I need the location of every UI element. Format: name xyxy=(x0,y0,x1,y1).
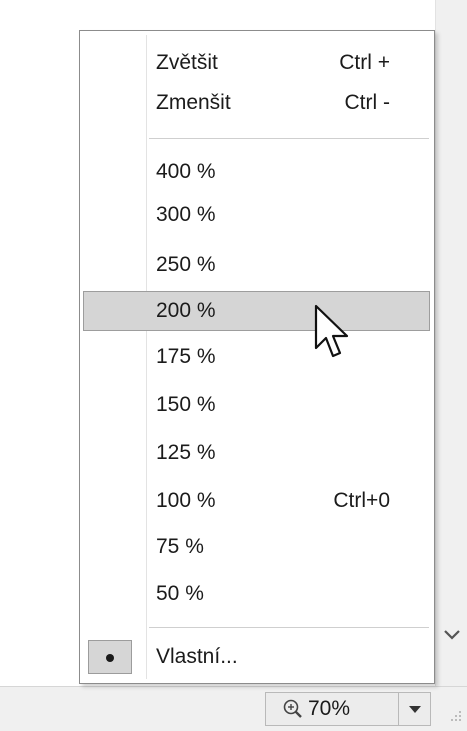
caret-down-icon xyxy=(409,706,421,713)
menu-separator xyxy=(149,138,429,139)
menu-item-label: 250 % xyxy=(156,253,216,276)
menu-separator xyxy=(149,627,429,628)
menu-item-label: Zmenšit xyxy=(156,91,231,114)
menu-item-label: 75 % xyxy=(156,535,204,558)
resize-grip-icon[interactable] xyxy=(447,708,463,724)
zoom-value: 70% xyxy=(308,697,351,720)
menu-item-zoom-50[interactable]: 50 % xyxy=(83,574,430,614)
menu-item-zoom-75[interactable]: 75 % xyxy=(83,527,430,567)
zoom-dropdown-button[interactable] xyxy=(399,692,431,726)
menu-item-zoom-125[interactable]: 125 % xyxy=(83,433,430,473)
menu-item-label: 100 % xyxy=(156,489,216,512)
menu-item-zoom-out[interactable]: Zmenšit Ctrl - xyxy=(83,83,430,123)
menu-item-label: 150 % xyxy=(156,393,216,416)
menu-item-zoom-in[interactable]: Zvětšit Ctrl + xyxy=(83,43,430,83)
menu-item-shortcut: Ctrl + xyxy=(339,51,390,74)
menu-item-label: 175 % xyxy=(156,345,216,368)
menu-item-label: Zvětšit xyxy=(156,51,218,74)
menu-item-zoom-200[interactable]: 200 % xyxy=(83,291,430,331)
menu-item-label: 50 % xyxy=(156,582,204,605)
zoom-level-button[interactable]: 70% xyxy=(265,692,399,726)
menu-item-zoom-400[interactable]: 400 % xyxy=(83,152,430,192)
vertical-scrollbar[interactable] xyxy=(435,0,467,686)
zoom-context-menu: Zvětšit Ctrl + Zmenšit Ctrl - 400 % 300 … xyxy=(79,30,435,684)
menu-item-label: 200 % xyxy=(156,299,216,322)
menu-item-zoom-300[interactable]: 300 % xyxy=(83,195,430,235)
menu-item-shortcut: Ctrl+0 xyxy=(333,489,390,512)
menu-item-label: 400 % xyxy=(156,160,216,183)
menu-item-zoom-250[interactable]: 250 % xyxy=(83,245,430,285)
bullet-dot-icon xyxy=(106,654,114,662)
zoom-in-icon xyxy=(283,699,302,718)
menu-item-label: 300 % xyxy=(156,203,216,226)
menu-item-label: Vlastní... xyxy=(156,645,238,668)
mouse-cursor-icon xyxy=(314,304,349,358)
chevron-down-icon[interactable] xyxy=(440,622,464,646)
menu-item-shortcut: Ctrl - xyxy=(344,91,391,114)
radio-check-indicator xyxy=(88,640,132,674)
menu-item-label: 125 % xyxy=(156,441,216,464)
menu-item-zoom-150[interactable]: 150 % xyxy=(83,385,430,425)
menu-item-zoom-100[interactable]: 100 % Ctrl+0 xyxy=(83,481,430,521)
menu-item-zoom-175[interactable]: 175 % xyxy=(83,337,430,377)
menu-item-custom-zoom[interactable]: Vlastní... xyxy=(83,637,430,677)
